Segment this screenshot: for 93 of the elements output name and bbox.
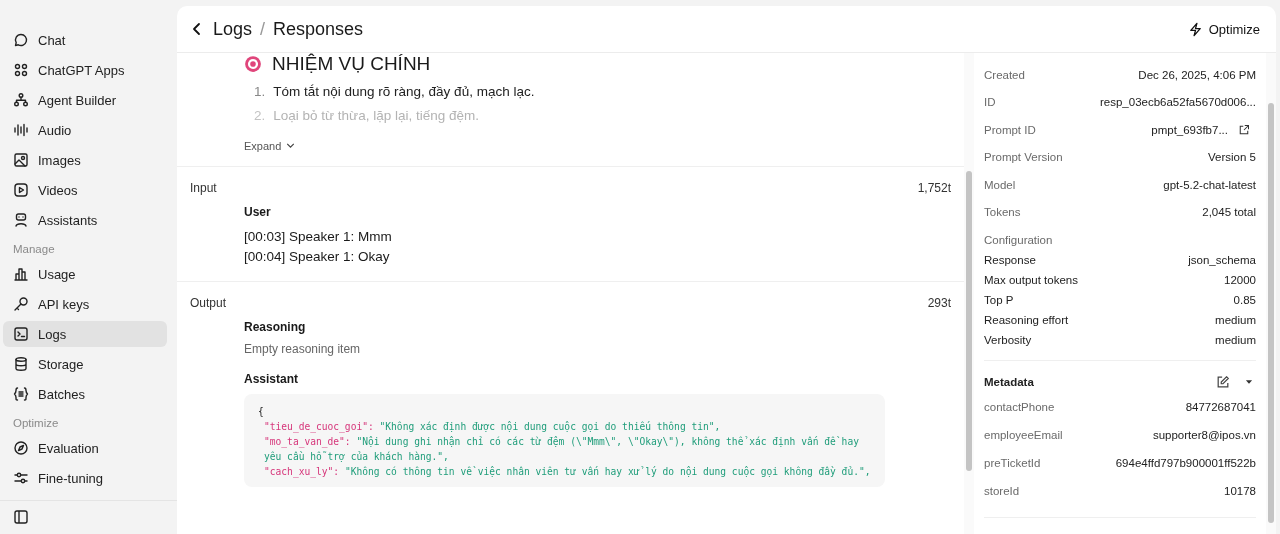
breadcrumb-link[interactable]: Logs [213, 18, 253, 40]
chart-icon [13, 266, 29, 282]
sidebar-item[interactable]: Agent Builder [3, 87, 167, 113]
lightning-icon [1187, 21, 1203, 37]
config-value: medium [1215, 334, 1256, 346]
terminal-icon [13, 326, 29, 342]
compass-icon [13, 440, 29, 456]
chat-icon [13, 32, 29, 48]
sidebar-item[interactable]: Chat [3, 27, 167, 53]
config-value: 12000 [1224, 274, 1256, 286]
config-value: medium [1215, 314, 1256, 326]
sidebar-section-heading: Optimize [12, 416, 60, 431]
expand-button[interactable]: Expand [244, 139, 298, 152]
list-item-text: Tóm tắt nội dung rõ ràng, đầy đủ, mạch lạc. [273, 84, 535, 99]
detail-value: gpt-5.2-chat-latest [1163, 178, 1256, 191]
sidebar-item[interactable]: ChatGPT Apps [3, 57, 167, 83]
sidebar-item[interactable]: Videos [3, 177, 167, 203]
page-title: Responses [273, 18, 364, 40]
detail-value: resp_03ecb6a52fa5670d006... [1099, 96, 1256, 109]
metadata-key: storeId [984, 485, 1020, 497]
code-line: "cach_xu_ly": "Không có thông tin về việc nhân viên tư vấn hay xử lý do nội dung cuộc gọi không đầy đủ.", [263, 465, 871, 479]
sliders-icon [13, 470, 29, 486]
detail-value: Dec 26, 2025, 4:06 PM [1138, 68, 1256, 81]
detail-value: 2,045 total [1202, 206, 1256, 219]
sidebar-item[interactable]: Images [3, 147, 167, 173]
assistant-title: Assistant [244, 372, 300, 386]
list-number: 1. [254, 84, 266, 99]
optimize-button[interactable]: Optimize [1183, 17, 1264, 41]
metadata-value: supporter8@ipos.vn [1152, 429, 1256, 441]
sidebar-item[interactable]: Usage [3, 261, 167, 287]
detail-value: pmpt_693fb7... [1151, 123, 1228, 136]
reasoning-text: Empty reasoning item [244, 342, 362, 356]
section-label: Input [190, 181, 217, 195]
metadata-key: contactPhone [984, 401, 1055, 413]
config-label: Reasoning effort [984, 314, 1069, 326]
scrollbar[interactable] [964, 53, 974, 534]
db-icon [13, 356, 29, 372]
code-line: "tieu_de_cuoc_goi": "Không xác định được nội dung cuộc gọi do thiếu thông tin", [263, 420, 722, 434]
config-label: Max output tokens [984, 274, 1078, 286]
token-count: 1,752t [917, 181, 951, 195]
detail-label: Prompt ID [984, 123, 1036, 136]
robot-icon [13, 212, 29, 228]
detail-label: Created [984, 68, 1025, 81]
metadata-key: employeeEmail [984, 429, 1063, 441]
braces-icon [13, 386, 29, 402]
config-label: Verbosity [984, 334, 1032, 346]
message-line: [00:03] Speaker 1: Mmm [244, 228, 393, 246]
sidebar-item[interactable]: API keys [3, 291, 167, 317]
detail-label: ID [984, 96, 996, 109]
detail-value: Version 5 [1208, 151, 1256, 164]
detail-label: Prompt Version [984, 151, 1063, 164]
sidebar-item[interactable]: Storage [3, 351, 167, 377]
code-line: "mo_ta_van_de": "Nội dung ghi nhận chỉ có các từ đệm (\"Mmm\", \"Okay\"), không thể xác định vấn đề hay yêu cầu hỗ trợ của khách hàng.", [263, 435, 860, 464]
metadata-value: 10178 [1224, 485, 1256, 497]
section-label: Output [190, 296, 227, 310]
message-line: [00:04] Speaker 1: Okay [244, 248, 391, 266]
sidebar-item[interactable]: Fine-tuning [3, 465, 167, 491]
scrollbar[interactable] [1266, 53, 1276, 534]
sidebar-item[interactable]: Logs [3, 321, 167, 347]
message-role: User [244, 205, 272, 219]
sidebar-item[interactable]: Assistants [3, 207, 167, 233]
instruction-heading: NHIỆM VỤ CHÍNH [272, 53, 431, 75]
metadata-key: preTicketId [984, 457, 1041, 469]
list-item-text: Loại bỏ từ thừa, lặp lại, tiếng đệm. [273, 108, 479, 123]
detail-label: Tokens [984, 206, 1021, 219]
token-count: 293t [927, 296, 951, 310]
configuration-title: Configuration [984, 233, 1054, 248]
config-value: 0.85 [1233, 294, 1256, 306]
apps-icon [13, 62, 29, 78]
key-icon [13, 296, 29, 312]
sidebar-section-heading: Manage [12, 242, 56, 257]
external-link-icon[interactable] [1238, 123, 1250, 136]
code-brace: { [258, 405, 265, 419]
target-icon [244, 55, 262, 73]
audio-icon [13, 122, 29, 138]
image-icon [13, 152, 29, 168]
sidebar-toggle-icon[interactable] [13, 509, 29, 525]
video-icon [13, 182, 29, 198]
list-number: 2. [254, 108, 266, 123]
metadata-value: 694e4ffd797b900001ff522b [1115, 457, 1256, 469]
config-label: Top P [984, 294, 1014, 306]
detail-label: Model [984, 178, 1016, 191]
reasoning-title: Reasoning [244, 320, 307, 334]
config-value: json_schema [1188, 254, 1256, 266]
sidebar-item[interactable]: Evaluation [3, 435, 167, 461]
sidebar-item[interactable]: Batches [3, 381, 167, 407]
metadata-value: 84772687041 [1185, 401, 1256, 413]
edit-icon[interactable] [1216, 375, 1230, 389]
sidebar-item[interactable]: Audio [3, 117, 167, 143]
agent-icon [13, 92, 29, 108]
metadata-title: Metadata [984, 376, 1034, 388]
breadcrumb-separator: / [260, 18, 266, 40]
config-label: Response [984, 254, 1036, 266]
